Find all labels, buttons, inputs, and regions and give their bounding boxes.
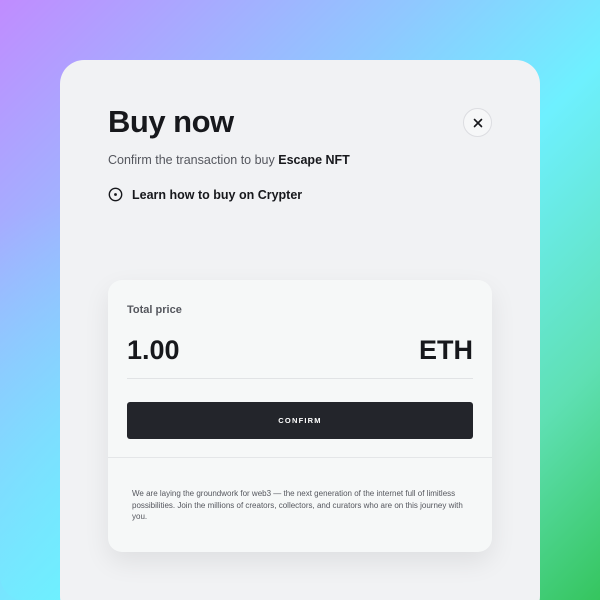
price-currency: ETH [419, 335, 473, 365]
nft-name: Escape NFT [278, 153, 350, 167]
learn-link-label: Learn how to buy on Crypter [132, 187, 303, 202]
price-divider [127, 378, 473, 379]
subtitle-prefix: Confirm the transaction to buy [108, 153, 279, 167]
close-icon [473, 118, 482, 127]
learn-link[interactable]: Learn how to buy on Crypter [108, 187, 302, 202]
confirm-button[interactable]: CONFIRM [127, 402, 473, 439]
modal-title: Buy now [108, 104, 234, 139]
price-amount: 1.00 [127, 335, 180, 365]
close-button[interactable] [463, 108, 492, 137]
play-circle-icon [108, 187, 123, 202]
buy-now-modal: Buy now Confirm the transaction to buy E… [60, 60, 540, 600]
footer-text: We are laying the groundwork for web3 — … [132, 489, 463, 521]
modal-subtitle: Confirm the transaction to buy Escape NF… [108, 153, 350, 167]
price-card: Total price 1.00 ETH CONFIRM We are layi… [108, 280, 492, 552]
card-divider [108, 457, 492, 458]
total-price-label: Total price [127, 304, 182, 316]
